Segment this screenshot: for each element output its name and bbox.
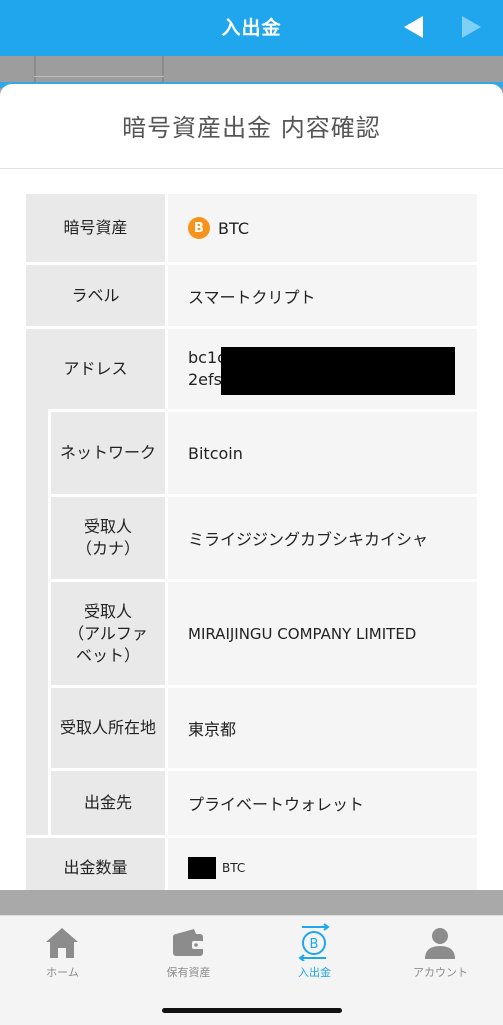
recipient-address-value: 東京都 xyxy=(168,688,477,768)
recipient-alpha-label: 受取人 （アルファ ベット） xyxy=(51,582,165,685)
header-title: 入出金 xyxy=(221,17,282,39)
recipient-kana-value: ミライジジングカブシキカイシャ xyxy=(168,497,477,579)
row-address: アドレス bc1c 2efs xyxy=(26,329,477,409)
recipient-address-label: 受取人所在地 xyxy=(51,688,165,768)
address-label: アドレス xyxy=(26,329,165,409)
bitcoin-icon: B xyxy=(188,217,210,239)
tab-account[interactable]: アカウント xyxy=(378,916,503,996)
modal-title: 暗号資産出金 内容確認 xyxy=(0,84,503,169)
address-redaction xyxy=(221,347,455,395)
tab-account-label: アカウント xyxy=(413,966,468,979)
recipient-alpha-label-line2: （アルファ xyxy=(68,623,148,643)
tab-holdings[interactable]: 保有資産 xyxy=(126,916,251,996)
next-arrow-icon[interactable] xyxy=(462,16,481,38)
recipient-kana-label-line2: （カナ） xyxy=(75,539,140,558)
network-label: ネットワーク xyxy=(51,412,165,494)
account-icon xyxy=(425,928,455,959)
amount-redaction xyxy=(188,857,216,879)
recipient-alpha-label-line3: ベット） xyxy=(75,645,140,665)
confirmation-modal: 暗号資産出金 内容確認 暗号資産 B BTC ラベル スマートクリプト アドレス… xyxy=(0,84,503,890)
row-destination: 出金先 プライベートウォレット xyxy=(26,771,477,835)
tab-deposit-withdraw[interactable]: B 入出金 xyxy=(252,916,377,996)
amount-label: 出金数量 xyxy=(26,838,165,890)
tab-deposit-withdraw-label: 入出金 xyxy=(298,966,331,979)
deposit-withdraw-icon: B xyxy=(298,923,330,961)
home-indicator xyxy=(162,1008,342,1013)
tab-home-label: ホーム xyxy=(46,966,79,979)
asset-label: 暗号資産 xyxy=(26,194,165,262)
destination-label: 出金先 xyxy=(51,771,165,835)
home-icon xyxy=(46,928,78,958)
label-value: スマートクリプト xyxy=(168,265,477,326)
previous-arrow-icon[interactable] xyxy=(404,16,423,38)
wallet-icon xyxy=(173,929,204,956)
amount-value: BTC xyxy=(168,838,477,890)
label-label: ラベル xyxy=(26,265,165,326)
recipient-kana-label: 受取人 （カナ） xyxy=(51,497,165,579)
row-recipient-kana: 受取人 （カナ） ミライジジングカブシキカイシャ xyxy=(26,497,477,579)
top-bar: 入出金 xyxy=(0,0,503,56)
row-amount: 出金数量 BTC xyxy=(26,838,477,890)
asset-value: B BTC xyxy=(168,194,477,262)
destination-value: プライベートウォレット xyxy=(168,771,477,835)
recipient-alpha-value: MIRAIJINGU COMPANY LIMITED xyxy=(168,582,477,685)
row-recipient-address: 受取人所在地 東京都 xyxy=(26,688,477,768)
tab-holdings-label: 保有資産 xyxy=(166,966,211,979)
recipient-alpha-label-line1: 受取人 xyxy=(83,601,132,621)
row-recipient-alpha: 受取人 （アルファ ベット） MIRAIJINGU COMPANY LIMITE… xyxy=(26,582,477,685)
amount-unit: BTC xyxy=(222,861,246,875)
row-asset: 暗号資産 B BTC xyxy=(26,194,477,262)
recipient-kana-label-line1: 受取人 xyxy=(83,517,132,536)
asset-name: BTC xyxy=(218,218,249,238)
row-label: ラベル スマートクリプト xyxy=(26,265,477,326)
svg-text:B: B xyxy=(310,937,319,952)
tab-home[interactable]: ホーム xyxy=(0,916,125,996)
row-network: ネットワーク Bitcoin xyxy=(26,412,477,494)
network-value: Bitcoin xyxy=(168,412,477,494)
